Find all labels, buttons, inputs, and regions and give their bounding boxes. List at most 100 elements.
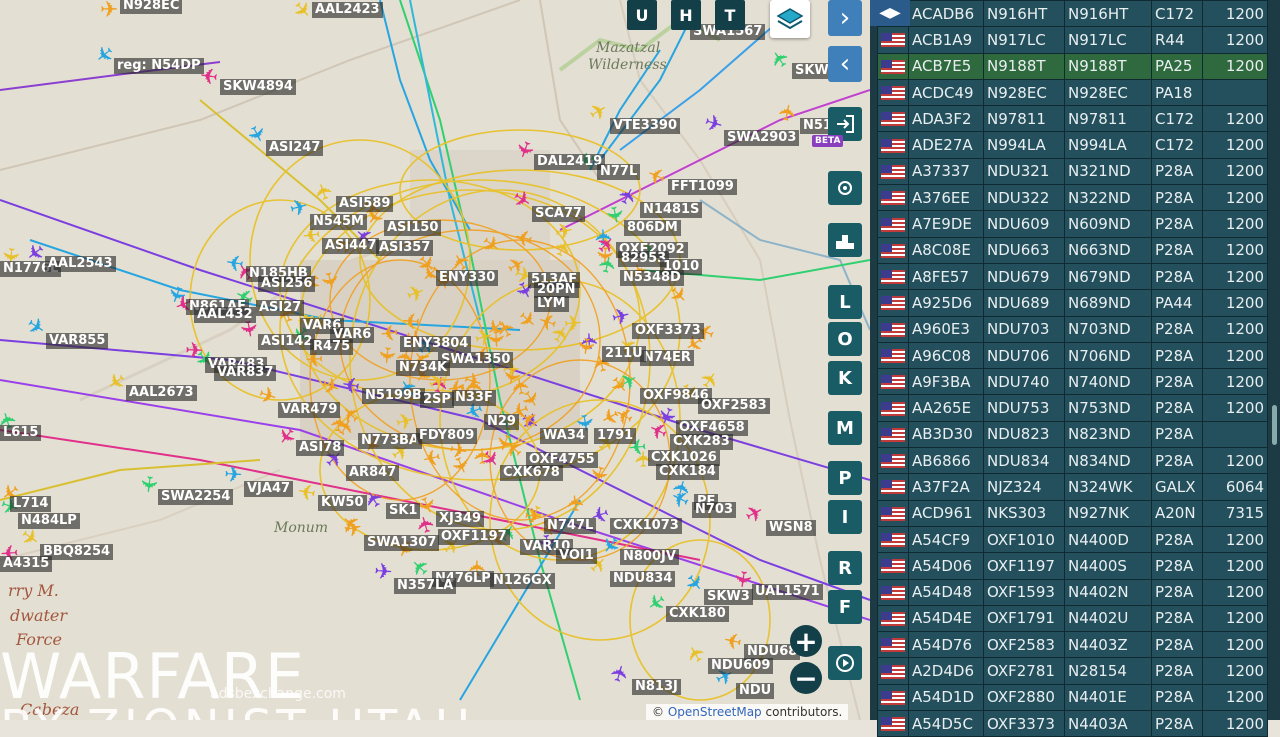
aircraft-label[interactable]: SWA2254 — [158, 489, 234, 505]
aircraft-label[interactable]: NDU834 — [610, 571, 676, 587]
aircraft-row[interactable]: A37337 NDU321 N321ND P28A 1200 — [877, 157, 1268, 186]
aircraft-label[interactable]: OXF1197 — [438, 529, 510, 545]
aircraft-label[interactable]: AAL2673 — [126, 385, 197, 401]
zoom-in-button[interactable]: + — [790, 625, 822, 658]
aircraft-label[interactable]: AR847 — [346, 465, 400, 481]
aircraft-label[interactable]: 1791 — [594, 428, 637, 444]
aircraft-icon[interactable]: ✈ — [482, 329, 508, 349]
aircraft-row[interactable]: ADA3F2 N97811 N97811 C172 1200 — [877, 105, 1268, 133]
aircraft-label[interactable]: VTE3390 — [610, 118, 680, 134]
aircraft-label[interactable]: N703 — [692, 502, 737, 518]
aircraft-label[interactable]: ASI357 — [376, 240, 434, 256]
aircraft-label[interactable]: ASI142 — [258, 334, 316, 350]
aircraft-label[interactable]: SCA77 — [532, 206, 586, 222]
aircraft-label[interactable]: SWA2903 — [724, 130, 800, 146]
aircraft-label[interactable]: N5348D — [620, 270, 684, 286]
aircraft-row[interactable]: A37F2A NJZ324 N324WK GALX 6064 — [877, 473, 1268, 501]
aircraft-label[interactable]: N77L — [597, 164, 641, 180]
aircraft-label[interactable]: N734K — [396, 360, 451, 376]
aircraft-row[interactable]: ACB1A9 N917LC N917LC R44 1200 — [877, 26, 1268, 54]
aircraft-row[interactable]: ACDC49 N928EC N928EC PA18 — [877, 78, 1268, 107]
aircraft-row[interactable]: ACD961 NKS303 N927NK A20N 7315 — [877, 499, 1268, 527]
aircraft-label[interactable]: 806DM — [624, 220, 681, 236]
aircraft-row[interactable]: AB6866 NDU834 N834ND P28A 1200 — [877, 447, 1268, 475]
aircraft-label[interactable]: OXF3373 — [632, 323, 704, 339]
aircraft-row[interactable]: A54D48 OXF1593 N4402N P28A 1200 — [877, 578, 1268, 606]
aircraft-label[interactable]: N800JV — [620, 549, 679, 565]
aircraft-label[interactable]: SKW4894 — [220, 79, 296, 95]
aircraft-label[interactable]: ASI589 — [336, 196, 394, 212]
toggle-l-button[interactable]: L — [828, 285, 862, 319]
aircraft-row[interactable]: A960E3 NDU703 N703ND P28A 1200 — [877, 315, 1268, 343]
toggle-h-button[interactable]: H — [671, 0, 701, 30]
aircraft-label[interactable]: FDY809 — [416, 428, 478, 444]
aircraft-label[interactable]: NDU — [736, 683, 775, 699]
aircraft-label[interactable]: OXF2583 — [698, 398, 770, 414]
aircraft-label[interactable]: UAL1571 — [752, 584, 823, 600]
panel-resize-button[interactable]: ◀▶ — [870, 0, 910, 26]
aircraft-label[interactable]: N484LP — [18, 513, 80, 529]
aircraft-label[interactable]: ENY3804 — [400, 336, 472, 352]
aircraft-label[interactable]: VAR837 — [214, 365, 277, 381]
aircraft-icon[interactable]: ✈ — [134, 473, 161, 494]
aircraft-row[interactable]: A96C08 NDU706 N706ND P28A 1200 — [877, 341, 1268, 370]
aircraft-label[interactable]: N33F — [452, 390, 496, 406]
aircraft-row[interactable]: A9F3BA NDU740 N740ND P28A 1200 — [877, 368, 1268, 396]
aircraft-label[interactable]: AAL432 — [194, 307, 256, 323]
aircraft-row[interactable]: A925D6 NDU689 N689ND PA44 1200 — [877, 289, 1268, 317]
ranking-button[interactable] — [828, 223, 862, 257]
aircraft-row[interactable]: A8C08E NDU663 N663ND P28A 1200 — [877, 236, 1268, 264]
aircraft-icon[interactable]: ✈ — [728, 568, 755, 590]
aircraft-label[interactable]: NDU609 — [708, 658, 774, 674]
aircraft-label[interactable]: N1481S — [640, 202, 703, 218]
aircraft-label[interactable]: SKW — [792, 63, 832, 79]
aircraft-label[interactable]: VAR479 — [278, 402, 341, 418]
aircraft-row[interactable]: A54CF9 OXF1010 N4400D P28A 1200 — [877, 525, 1268, 554]
aircraft-label[interactable]: FFT1099 — [668, 179, 737, 195]
aircraft-row[interactable]: A54D5C OXF3373 N4403A P28A 1200 — [877, 710, 1268, 737]
toggle-i-button[interactable]: I — [828, 500, 862, 534]
replay-button[interactable] — [828, 646, 862, 680]
aircraft-label[interactable]: L615 — [0, 425, 42, 441]
aircraft-label[interactable]: CXK180 — [666, 606, 729, 622]
toggle-t-button[interactable]: T — [715, 0, 745, 30]
aircraft-label[interactable]: A4315 — [0, 556, 53, 572]
aircraft-row[interactable]: A8FE57 NDU679 N679ND P28A 1200 — [877, 262, 1268, 291]
aircraft-label[interactable]: ASI247 — [266, 140, 324, 156]
aircraft-label[interactable]: DAL2419 — [534, 154, 606, 170]
aircraft-label[interactable]: CXK678 — [500, 465, 563, 481]
layers-button[interactable] — [770, 0, 810, 38]
aircraft-label[interactable]: VOI1 — [556, 548, 597, 564]
toggle-k-button[interactable]: K — [828, 361, 862, 395]
aircraft-label[interactable]: VAR855 — [46, 333, 109, 349]
aircraft-label[interactable]: L714 — [10, 496, 52, 512]
aircraft-label[interactable]: N126GX — [490, 573, 555, 589]
aircraft-row[interactable]: ACB7E5 N9188T N9188T PA25 1200 — [877, 52, 1268, 80]
aircraft-label[interactable]: N5199B — [362, 388, 425, 404]
expand-right-button[interactable]: › — [828, 0, 862, 36]
aircraft-label[interactable]: N813J — [632, 679, 681, 695]
aircraft-row[interactable]: A2D4D6 OXF2781 N28154 P28A 1200 — [877, 657, 1268, 685]
aircraft-label[interactable]: SWA1307 — [364, 535, 440, 551]
aircraft-icon[interactable]: ✈ — [591, 245, 617, 264]
toggle-p-button[interactable]: P — [828, 461, 862, 495]
aircraft-label[interactable]: SKW3 — [704, 589, 753, 605]
aircraft-row[interactable]: A54D4E OXF1791 N4402U P28A 1200 — [877, 604, 1268, 633]
aircraft-label[interactable]: reg: N54DP — [114, 58, 204, 74]
aircraft-label[interactable]: LYM — [534, 296, 569, 312]
aircraft-row[interactable]: A7E9DE NDU609 N609ND P28A 1200 — [877, 210, 1268, 238]
aircraft-label[interactable]: ASI256 — [258, 276, 316, 292]
aircraft-icon[interactable]: ✈ — [571, 335, 598, 356]
aircraft-icon[interactable]: ✈ — [223, 463, 243, 489]
aircraft-icon[interactable]: ✈ — [471, 447, 496, 466]
map-view[interactable]: Mazatzal Wilderness rry M. dwater Force Monum… — [0, 0, 870, 720]
aircraft-row[interactable]: AB3D30 NDU823 N823ND P28A — [877, 420, 1268, 449]
toggle-u-button[interactable]: U — [627, 0, 657, 30]
aircraft-label[interactable]: SK1 — [386, 503, 421, 519]
aircraft-label[interactable]: N747L — [544, 518, 597, 534]
aircraft-row[interactable]: A54D06 OXF1197 N4400S P28A 1200 — [877, 552, 1268, 580]
aircraft-label[interactable]: ASI150 — [384, 220, 442, 236]
aircraft-label[interactable]: CXK1073 — [610, 518, 682, 534]
aircraft-row[interactable]: ADE27A N994LA N994LA C172 1200 — [877, 131, 1268, 159]
panel-scrollbar[interactable] — [1272, 405, 1277, 445]
